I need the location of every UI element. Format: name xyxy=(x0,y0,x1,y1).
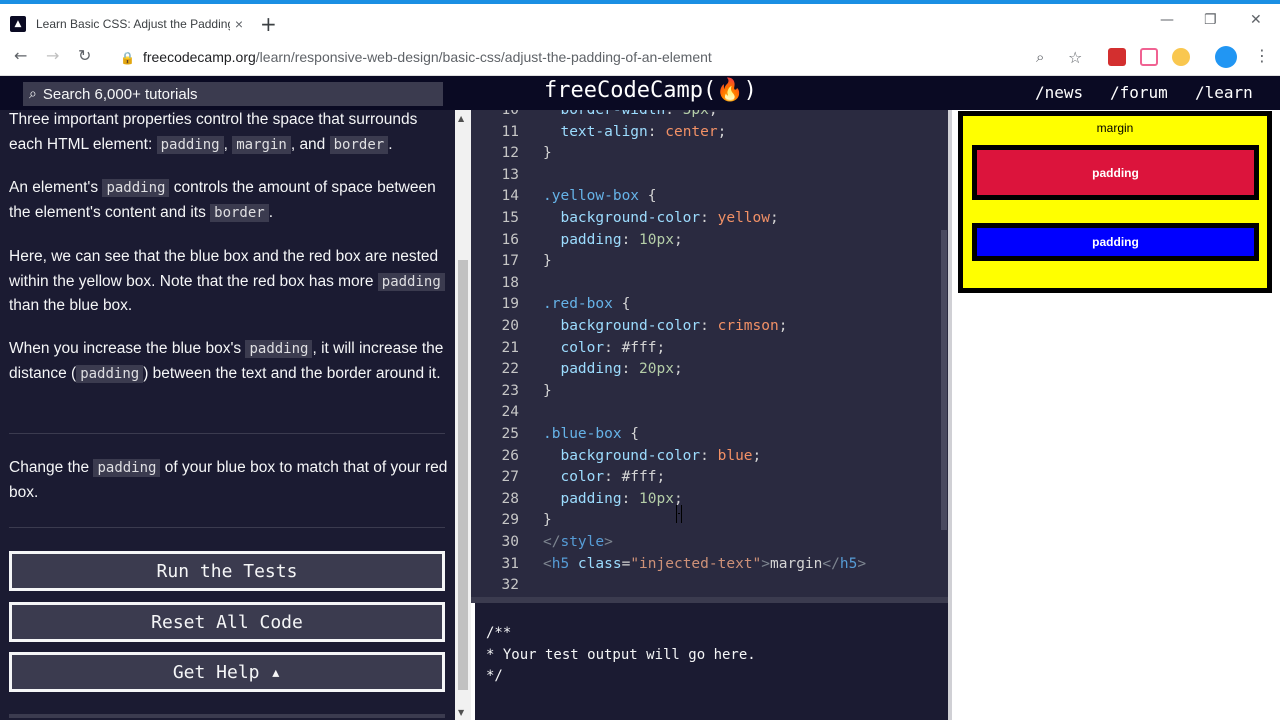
extension-chart-icon[interactable] xyxy=(1108,48,1126,66)
code-line: 16 padding: 10px; xyxy=(501,231,683,248)
code-editor[interactable]: 10 border-width: 5px; 11 text-align: cen… xyxy=(471,110,948,600)
code-line: 27 color: #fff; xyxy=(501,469,666,486)
fcc-navbar: ⌕ Search 6,000+ tutorials freeCodeCamp(🔥… xyxy=(0,76,1280,110)
tab-bar: ▲ Learn Basic CSS: Adjust the Padding × … xyxy=(0,4,1280,40)
back-icon[interactable]: ← xyxy=(14,46,27,65)
preview-pane: margin padding padding xyxy=(952,110,1280,720)
code-line: 32 xyxy=(501,577,519,594)
code-line: 29} xyxy=(501,512,552,529)
new-tab-button[interactable]: + xyxy=(260,12,277,36)
instruction-paragraph: An element's padding controls the amount… xyxy=(9,179,436,222)
lock-icon: 🔒 xyxy=(120,51,135,65)
code-line: 17} xyxy=(501,253,552,270)
profile-avatar-icon[interactable] xyxy=(1215,46,1237,68)
code-line: 26 background-color: blue; xyxy=(501,447,762,464)
code-line: 31 <h5 class="injected-text">margin</h5> xyxy=(501,555,867,572)
code-line: 23} xyxy=(501,382,552,399)
code-line: 10 border-width: 5px; xyxy=(501,110,718,118)
editor-scrollbar-thumb[interactable] xyxy=(941,230,947,530)
divider xyxy=(9,433,445,434)
instructions-scrollbar[interactable]: ▲ ▼ xyxy=(455,110,471,720)
reload-icon[interactable]: ↻ xyxy=(78,46,91,65)
fcc-logo[interactable]: freeCodeCamp(🔥) xyxy=(544,78,757,103)
text-cursor-icon xyxy=(676,505,682,523)
instruction-paragraph: Three important properties control the s… xyxy=(9,111,418,154)
blue-box-label: padding xyxy=(1092,235,1139,249)
tab-close-icon[interactable]: × xyxy=(230,16,248,32)
address-bar-row: ← → ↻ 🔒 freecodecamp.org/learn/responsive… xyxy=(0,40,1280,76)
code-line: 14 .yellow-box { xyxy=(501,188,657,205)
extension-cookie-icon[interactable] xyxy=(1172,48,1190,66)
blue-box: padding xyxy=(972,223,1259,261)
code-line: 24 xyxy=(501,404,519,421)
instruction-paragraph: Here, we can see that the blue box and t… xyxy=(9,245,449,319)
instruction-paragraph: When you increase the blue box's padding… xyxy=(9,340,444,383)
get-help-button[interactable]: Get Help ▴ xyxy=(9,652,445,692)
code-line: 30 </style> xyxy=(501,534,613,550)
code-line: 19 .red-box { xyxy=(501,296,631,313)
code-line: 22 padding: 20px; xyxy=(501,361,683,378)
restore-icon[interactable]: ❐ xyxy=(1204,12,1217,28)
tab-title: Learn Basic CSS: Adjust the Padding xyxy=(36,17,230,31)
code-line: 13 xyxy=(501,166,519,183)
browser-tab[interactable]: ▲ Learn Basic CSS: Adjust the Padding × xyxy=(10,8,248,40)
code-line: 18 xyxy=(501,274,519,291)
red-box-label: padding xyxy=(1092,165,1139,180)
divider xyxy=(9,714,445,718)
url-field[interactable]: 🔒 freecodecamp.org/learn/responsive-web-d… xyxy=(120,49,712,65)
bookmark-star-icon[interactable]: ☆ xyxy=(1068,48,1082,67)
nav-link-forum[interactable]: /forum xyxy=(1110,83,1168,102)
red-box: padding xyxy=(972,145,1259,200)
url-path: /learn/responsive-web-design/basic-css/a… xyxy=(255,49,712,65)
search-icon: ⌕ xyxy=(29,86,37,102)
code-line: 12} xyxy=(501,145,552,162)
test-output-console: /** * Your test output will go here. */ xyxy=(475,603,948,720)
run-tests-button[interactable]: Run the Tests xyxy=(9,551,445,591)
yellow-box: margin padding padding xyxy=(958,111,1272,293)
nav-link-learn[interactable]: /learn xyxy=(1195,83,1253,102)
code-line: 25 .blue-box { xyxy=(501,426,640,442)
fcc-favicon-icon: ▲ xyxy=(10,16,26,32)
instruction-task: Change the padding of your blue box to m… xyxy=(9,459,448,501)
extension-arrow-icon[interactable] xyxy=(1140,48,1158,66)
search-placeholder: Search 6,000+ tutorials xyxy=(42,85,198,103)
window-close-icon[interactable]: ✕ xyxy=(1250,12,1262,28)
forward-icon[interactable]: → xyxy=(46,46,59,65)
reset-code-button[interactable]: Reset All Code xyxy=(9,602,445,642)
code-line: 28 padding: 10px; xyxy=(501,490,683,507)
scroll-up-icon[interactable]: ▲ xyxy=(458,114,464,123)
instructions-panel: Three important properties control the s… xyxy=(0,110,455,720)
divider xyxy=(9,527,445,528)
scroll-down-icon[interactable]: ▼ xyxy=(458,708,464,717)
search-input[interactable]: ⌕ Search 6,000+ tutorials xyxy=(23,82,443,106)
zoom-search-icon[interactable]: ⌕ xyxy=(1036,48,1044,66)
nav-link-news[interactable]: /news xyxy=(1035,83,1083,102)
code-line: 11 text-align: center; xyxy=(501,123,727,140)
editor-scrollbar[interactable] xyxy=(940,110,948,600)
code-line: 21 color: #fff; xyxy=(501,339,666,356)
margin-heading: margin xyxy=(1096,121,1134,135)
minimize-icon[interactable]: — xyxy=(1160,12,1174,28)
url-domain: freecodecamp.org xyxy=(142,49,256,65)
code-line: 20 background-color: crimson; xyxy=(501,318,788,334)
code-line: 15 background-color: yellow; xyxy=(501,210,779,226)
scrollbar-thumb[interactable] xyxy=(458,260,468,690)
menu-kebab-icon[interactable]: ⋮ xyxy=(1254,46,1270,65)
